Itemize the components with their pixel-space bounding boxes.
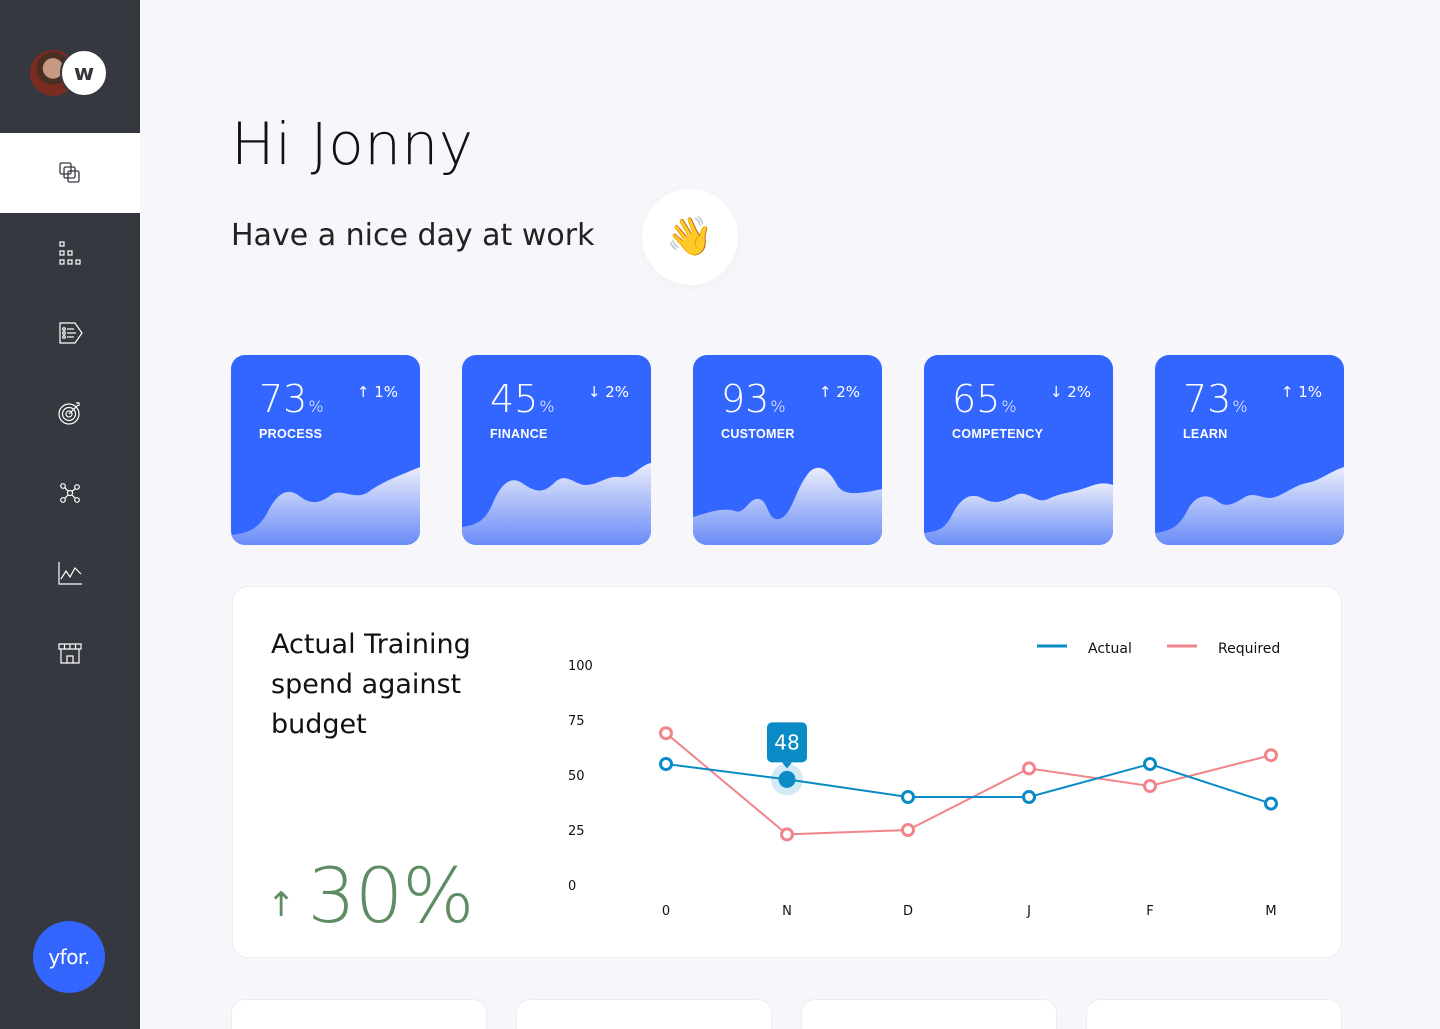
data-point-actual[interactable] xyxy=(1143,757,1157,771)
y-tick-label: 75 xyxy=(568,714,585,729)
kpi-unit: % xyxy=(770,397,786,416)
account-switcher[interactable]: w xyxy=(28,48,110,98)
kpi-label: COMPETENCY xyxy=(952,427,1044,441)
kpi-card-learn[interactable]: 73% ↑ 1% LEARN xyxy=(1155,355,1344,545)
kpi-card-customer[interactable]: 93% ↑ 2% CUSTOMER xyxy=(693,355,882,545)
kpi-area xyxy=(462,463,651,545)
kpi-value: 45% xyxy=(490,377,555,421)
line-chart-icon xyxy=(58,562,82,585)
kpi-area xyxy=(924,483,1113,545)
data-point-actual[interactable] xyxy=(778,770,796,788)
kpi-unit: % xyxy=(539,397,555,416)
kpi-change: ↑ 1% xyxy=(356,383,398,401)
nav-network[interactable] xyxy=(0,453,140,533)
org-logo[interactable]: w xyxy=(60,49,108,97)
brand-logo[interactable]: yfor. xyxy=(33,921,105,993)
wave-emoji-icon: 👋 xyxy=(642,189,738,285)
tooltip-value: 48 xyxy=(774,730,799,754)
x-tick-label: J xyxy=(1026,904,1031,919)
kpi-change: ↑ 2% xyxy=(818,383,860,401)
legend-label: Actual xyxy=(1088,641,1132,657)
target-icon xyxy=(58,402,80,425)
org-chart-icon xyxy=(59,241,81,265)
kpi-number: 45 xyxy=(490,377,539,421)
kpi-unit: % xyxy=(308,397,324,416)
kpi-label: CUSTOMER xyxy=(721,427,795,441)
x-tick-label: 0 xyxy=(662,904,670,919)
layers-icon xyxy=(59,162,80,183)
kpi-card-finance[interactable]: 45% ↓ 2% FINANCE xyxy=(462,355,651,545)
kpi-number: 93 xyxy=(721,377,770,421)
kpi-value: 73% xyxy=(1183,377,1248,421)
x-tick-label: F xyxy=(1146,904,1153,919)
bottom-card-2[interactable] xyxy=(516,999,772,1029)
kpi-unit: % xyxy=(1232,397,1248,416)
y-tick-label: 100 xyxy=(568,659,593,674)
series-line-required xyxy=(665,732,1272,836)
x-tick-label: D xyxy=(903,904,913,919)
list-tag-icon xyxy=(59,322,83,344)
kpi-value: 65% xyxy=(952,377,1017,421)
kpi-card-process[interactable]: 73% ↑ 1% PROCESS xyxy=(231,355,420,545)
bottom-card-3[interactable] xyxy=(801,999,1057,1029)
y-tick-label: 25 xyxy=(568,824,585,839)
kpi-change: ↓ 2% xyxy=(1049,383,1091,401)
nav-dashboard[interactable] xyxy=(0,133,140,213)
greeting-title: Hi Jonny xyxy=(231,110,474,178)
kpi-number: 65 xyxy=(952,377,1001,421)
bottom-card-1[interactable] xyxy=(231,999,487,1029)
bottom-card-4[interactable] xyxy=(1086,999,1342,1029)
x-tick-label: N xyxy=(782,904,792,919)
line-chart: 100 75 50 25 0 0 N D J F M Actual Required 48 xyxy=(568,641,1280,919)
kpi-label: LEARN xyxy=(1183,427,1228,441)
x-tick-label: M xyxy=(1265,904,1276,919)
data-point-required[interactable] xyxy=(659,726,673,741)
training-spend-panel: Actual Training spend against budget ↑ 3… xyxy=(232,586,1342,958)
kpi-area xyxy=(1155,467,1344,545)
store-icon xyxy=(58,643,82,664)
kpi-area xyxy=(693,467,882,545)
data-point-required[interactable] xyxy=(1264,748,1278,763)
nav-analytics[interactable] xyxy=(0,533,140,613)
data-point-required[interactable] xyxy=(780,827,794,842)
data-point-actual[interactable] xyxy=(901,790,915,804)
kpi-label: PROCESS xyxy=(259,427,323,441)
kpi-sparkline xyxy=(924,483,1113,545)
greeting-subtitle: Have a nice day at work xyxy=(231,218,595,253)
sidebar: w yfor. xyxy=(0,0,140,1029)
kpi-sparkline xyxy=(693,467,882,545)
kpi-area xyxy=(231,467,420,545)
nav-goals[interactable] xyxy=(0,373,140,453)
kpi-sparkline xyxy=(231,467,420,545)
data-point-actual[interactable] xyxy=(659,757,673,771)
kpi-card-competency[interactable]: 65% ↓ 2% COMPETENCY xyxy=(924,355,1113,545)
series-line-actual xyxy=(665,762,1272,805)
nav-tasks[interactable] xyxy=(0,293,140,373)
data-point-actual[interactable] xyxy=(1022,790,1036,804)
kpi-number: 73 xyxy=(259,377,308,421)
kpi-unit: % xyxy=(1001,397,1017,416)
data-point-actual[interactable] xyxy=(1264,796,1278,811)
legend-label: Required xyxy=(1218,641,1280,657)
nav-organization[interactable] xyxy=(0,213,140,293)
data-point-required[interactable] xyxy=(1143,779,1157,793)
y-tick-label: 0 xyxy=(568,879,576,894)
kpi-label: FINANCE xyxy=(490,427,548,441)
kpi-value: 93% xyxy=(721,377,786,421)
kpi-sparkline xyxy=(462,463,651,545)
y-tick-label: 50 xyxy=(568,769,585,784)
kpi-sparkline xyxy=(1155,467,1344,545)
nav-store[interactable] xyxy=(0,613,140,693)
kpi-change: ↓ 2% xyxy=(587,383,629,401)
data-point-required[interactable] xyxy=(901,823,915,837)
network-icon xyxy=(60,483,80,503)
data-point-required[interactable] xyxy=(1022,761,1036,776)
kpi-number: 73 xyxy=(1183,377,1232,421)
kpi-change: ↑ 1% xyxy=(1280,383,1322,401)
kpi-value: 73% xyxy=(259,377,324,421)
